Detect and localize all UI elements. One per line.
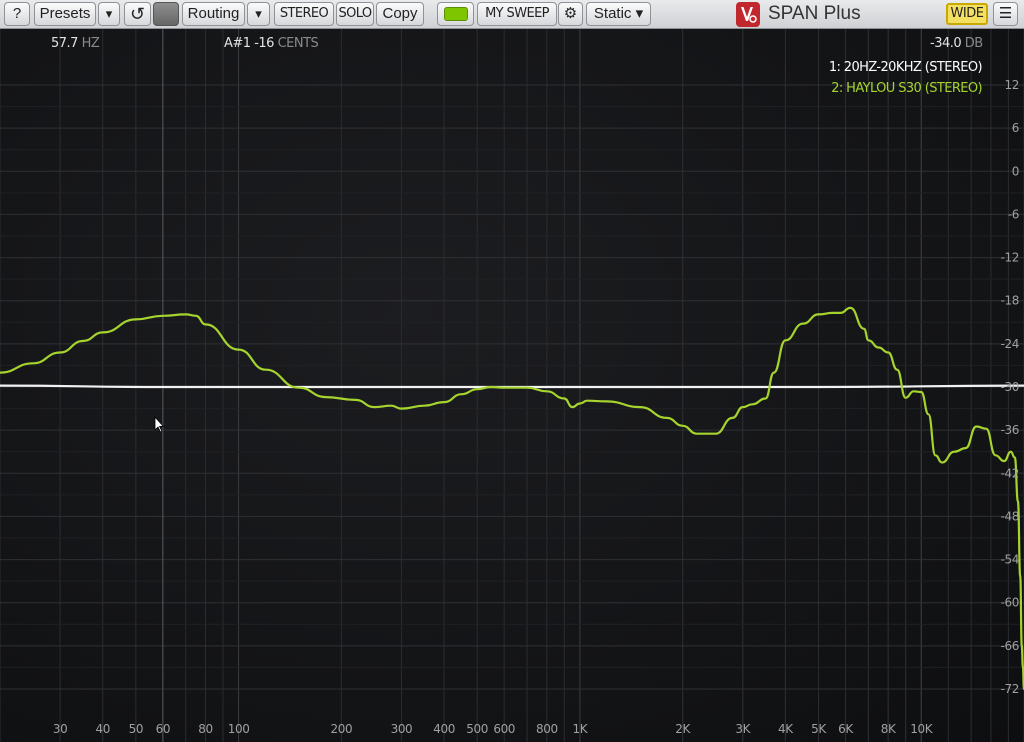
- x-tick-label: 80: [198, 722, 212, 736]
- x-tick-label: 3K: [735, 722, 751, 736]
- solo-button[interactable]: SOLO: [336, 2, 374, 26]
- reset-icon: ↺: [129, 4, 146, 24]
- legend-item-1[interactable]: 1: 20HZ-20KHZ (STEREO): [829, 60, 983, 75]
- routing-dropdown-button[interactable]: ▾: [247, 2, 270, 26]
- x-tick-label: 5K: [811, 722, 827, 736]
- note-readout: A#1 -16 CENTS: [224, 36, 319, 51]
- note-value: A#1: [224, 36, 251, 51]
- enable-toggle[interactable]: [437, 2, 474, 26]
- y-tick-label: -66: [1001, 639, 1019, 653]
- x-tick-label: 400: [433, 722, 455, 736]
- chevron-down-icon: ▾: [105, 6, 113, 21]
- y-tick-label: -18: [1001, 294, 1019, 308]
- app-title: SPAN Plus: [768, 3, 861, 24]
- x-tick-label: 8K: [881, 722, 897, 736]
- reset-button[interactable]: ↺: [124, 2, 151, 26]
- stereo-button[interactable]: STEREO: [274, 2, 334, 26]
- y-tick-label: -36: [1001, 423, 1019, 437]
- wide-toggle[interactable]: WIDE: [946, 3, 988, 25]
- spectrum-plot[interactable]: 30 40 50 60 80 100 200 300 400 500 600 800 1K 2K 3K 4K 5…: [0, 29, 1024, 742]
- y-tick-label: -48: [1001, 509, 1019, 523]
- x-tick-label: 60: [156, 722, 170, 736]
- cents-unit: CENTS: [277, 36, 319, 51]
- x-tick-label: 200: [330, 722, 352, 736]
- presets-button[interactable]: Presets: [34, 2, 96, 26]
- sweep-name-button[interactable]: MY SWEEP: [477, 2, 557, 26]
- toolbar: ? Presets ▾ ↺ Routing ▾ STEREO SOLO Copy…: [0, 0, 1024, 29]
- voxengo-logo-icon: [736, 2, 760, 27]
- cents-value: -16: [254, 36, 274, 51]
- legend-item-2[interactable]: 2: HAYLOU S30 (STEREO): [831, 81, 982, 96]
- y-tick-label: 6: [1012, 121, 1019, 135]
- enabled-indicator: [444, 7, 468, 21]
- x-tick-label: 600: [493, 722, 515, 736]
- gear-icon: ⚙: [563, 5, 578, 22]
- menu-button[interactable]: ☰: [993, 2, 1018, 26]
- frequency-unit: HZ: [81, 36, 100, 51]
- x-tick-label: 500: [466, 722, 488, 736]
- y-tick-label: -72: [1001, 682, 1019, 696]
- spectrum-chart: 30 40 50 60 80 100 200 300 400 500 600 800 1K 2K 3K 4K 5…: [0, 29, 1024, 742]
- copy-button[interactable]: Copy: [376, 2, 424, 26]
- y-tick-label: 0: [1012, 164, 1019, 178]
- y-tick-label: -12: [1001, 251, 1019, 265]
- x-tick-label: 50: [129, 722, 143, 736]
- y-tick-label: -6: [1008, 207, 1019, 221]
- level-unit: DB: [964, 36, 983, 51]
- x-tick-label: 6K: [838, 722, 854, 736]
- y-tick-label: -24: [1001, 337, 1019, 351]
- routing-button[interactable]: Routing: [182, 2, 245, 26]
- level-value: -34.0: [930, 36, 962, 51]
- y-tick-label: -30: [1001, 380, 1019, 394]
- y-tick-label: -54: [1001, 553, 1019, 567]
- x-tick-label: 1K: [573, 722, 589, 736]
- x-tick-label: 2K: [675, 722, 691, 736]
- hamburger-menu-icon: ☰: [998, 5, 1013, 22]
- presets-dropdown-button[interactable]: ▾: [98, 2, 120, 26]
- y-tick-label: -42: [1001, 466, 1019, 480]
- color-swatch-button[interactable]: [153, 2, 179, 26]
- x-tick-label: 30: [53, 722, 67, 736]
- x-tick-label: 100: [228, 722, 250, 736]
- y-tick-label: 12: [1005, 78, 1019, 92]
- y-tick-label: -60: [1001, 596, 1019, 610]
- level-readout: -34.0 DB: [930, 36, 983, 51]
- x-tick-label: 40: [96, 722, 110, 736]
- chevron-down-icon: ▾: [255, 6, 262, 21]
- mode-dropdown[interactable]: Static ▾: [586, 2, 651, 26]
- frequency-value: 57.7: [51, 36, 78, 51]
- x-tick-label: 300: [391, 722, 413, 736]
- x-tick-label: 10K: [910, 722, 933, 736]
- help-button[interactable]: ?: [4, 2, 30, 26]
- x-tick-label: 4K: [778, 722, 794, 736]
- x-tick-label: 800: [536, 722, 558, 736]
- frequency-readout: 57.7 HZ: [51, 36, 100, 51]
- settings-button[interactable]: ⚙: [558, 2, 583, 26]
